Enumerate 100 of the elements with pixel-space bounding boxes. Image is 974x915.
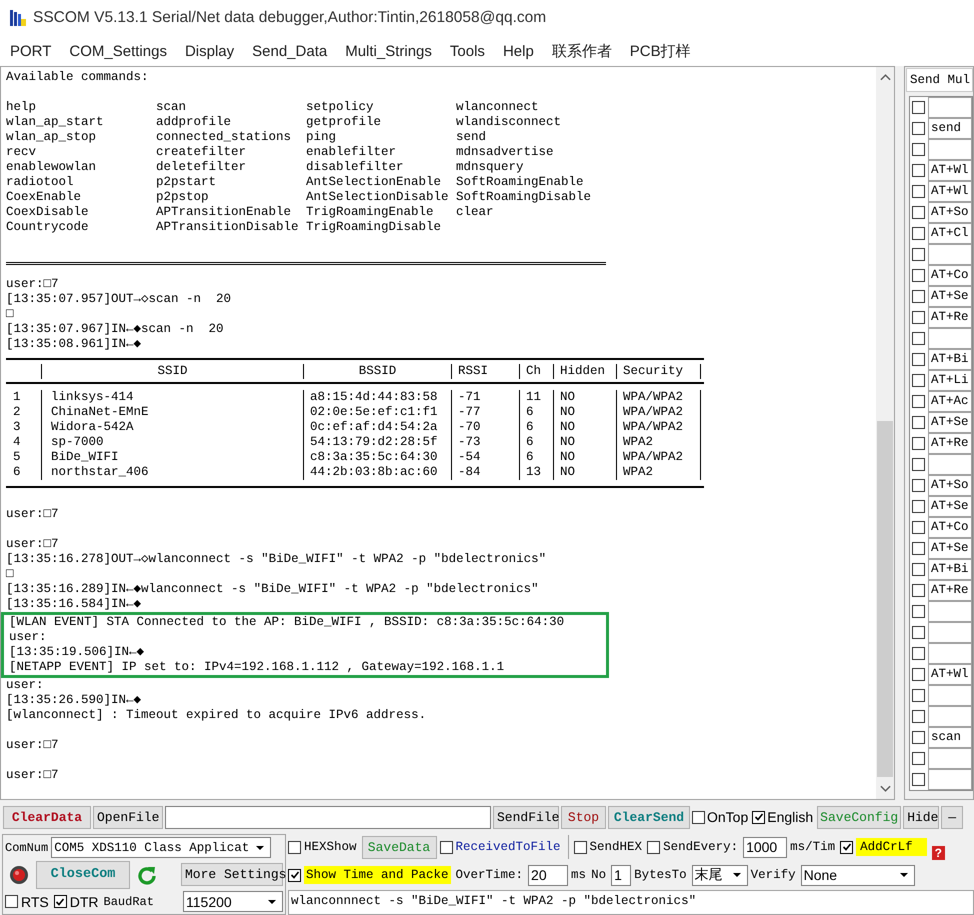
send-text-field[interactable]: wlanconnnect -s "BiDe_WIFI" -t WPA2 -p "bdelectronics" bbox=[288, 890, 974, 915]
checkbox-label[interactable]: DTR bbox=[70, 894, 99, 910]
checkbox[interactable] bbox=[912, 542, 925, 555]
command-field[interactable]: AT+Co bbox=[928, 265, 972, 286]
command-field[interactable]: AT+Re bbox=[928, 580, 972, 601]
command-field[interactable] bbox=[928, 706, 972, 727]
menu-item[interactable]: PCB打样 bbox=[630, 42, 691, 60]
checkbox-label[interactable]: RTS bbox=[21, 894, 49, 910]
checkbox[interactable] bbox=[840, 840, 854, 854]
checkbox[interactable] bbox=[912, 206, 925, 219]
checkbox-label[interactable]: AddCrLf bbox=[856, 838, 927, 856]
checkbox[interactable] bbox=[912, 248, 925, 261]
command-field[interactable]: AT+Se bbox=[928, 412, 972, 433]
menu-item[interactable]: Display bbox=[184, 42, 234, 60]
number-field[interactable]: 1 bbox=[611, 864, 632, 886]
baud-rate-dropdown[interactable]: 115200 bbox=[183, 891, 283, 912]
checkbox[interactable] bbox=[5, 895, 18, 908]
command-field[interactable] bbox=[928, 601, 972, 622]
checkbox[interactable] bbox=[692, 810, 705, 824]
command-field[interactable]: AT+So bbox=[928, 475, 972, 496]
command-field[interactable]: AT+Wl bbox=[928, 664, 972, 685]
more-settings-button[interactable]: More Settings bbox=[181, 863, 283, 886]
checkbox[interactable] bbox=[912, 227, 925, 240]
checkbox[interactable] bbox=[912, 647, 925, 660]
menu-item[interactable]: Tools bbox=[450, 42, 485, 60]
menu-item[interactable]: 联系作者 bbox=[552, 42, 612, 60]
checkbox[interactable] bbox=[752, 810, 766, 824]
panel-tab[interactable]: Send Mul bbox=[906, 68, 973, 92]
command-field[interactable]: AT+Cl bbox=[928, 223, 972, 244]
command-field[interactable] bbox=[928, 748, 972, 769]
checkbox[interactable] bbox=[912, 668, 925, 681]
command-field[interactable] bbox=[928, 622, 972, 643]
checkbox[interactable] bbox=[912, 521, 925, 534]
scroll-down-icon[interactable] bbox=[880, 785, 890, 793]
stop-button[interactable]: Stop bbox=[561, 806, 606, 828]
menu-item[interactable]: Send_Data bbox=[252, 42, 328, 60]
command-field[interactable] bbox=[928, 139, 972, 160]
checkbox[interactable] bbox=[912, 374, 925, 387]
overtime-field[interactable]: 20 bbox=[528, 864, 568, 886]
command-field[interactable] bbox=[928, 328, 972, 349]
com-port-dropdown[interactable]: COM5 XDS110 Class Applicat bbox=[51, 837, 272, 858]
checkbox[interactable] bbox=[912, 605, 925, 618]
command-field[interactable]: AT+Bi bbox=[928, 559, 972, 580]
menu-item[interactable]: Multi_Strings bbox=[345, 42, 432, 60]
checkbox[interactable] bbox=[440, 840, 453, 854]
command-field[interactable]: AT+Re bbox=[928, 433, 972, 454]
bytes-to-dropdown[interactable]: 末尾 bbox=[692, 864, 748, 886]
command-field[interactable]: send bbox=[928, 118, 972, 139]
checkbox[interactable] bbox=[912, 500, 925, 513]
checkbox[interactable] bbox=[912, 710, 925, 723]
checkbox-label[interactable]: English bbox=[767, 809, 814, 825]
command-field[interactable]: AT+So bbox=[928, 202, 972, 223]
refresh-icon[interactable] bbox=[137, 864, 157, 884]
checkbox[interactable] bbox=[912, 143, 925, 156]
scrollbar[interactable] bbox=[876, 67, 894, 799]
checkbox-label[interactable]: SendHEX bbox=[590, 840, 642, 854]
checkbox[interactable] bbox=[912, 416, 925, 429]
open-file-button[interactable]: OpenFile bbox=[93, 806, 163, 828]
checkbox-label[interactable]: ReceivedToFile bbox=[456, 840, 561, 854]
command-field[interactable]: scan bbox=[928, 727, 972, 748]
checkbox-label[interactable]: HEXShow bbox=[304, 840, 357, 854]
checkbox[interactable] bbox=[912, 584, 925, 597]
checkbox[interactable] bbox=[912, 563, 925, 576]
menu-item[interactable]: Help bbox=[502, 42, 534, 60]
command-field[interactable]: AT+Wl bbox=[928, 160, 972, 181]
checkbox[interactable] bbox=[912, 290, 925, 303]
command-field[interactable]: AT+Se bbox=[928, 538, 972, 559]
checkbox[interactable] bbox=[912, 626, 925, 639]
checkbox-label[interactable]: SendEvery: bbox=[663, 840, 738, 854]
checkbox[interactable] bbox=[912, 101, 925, 114]
command-field[interactable]: AT+Co bbox=[928, 517, 972, 538]
checkbox[interactable] bbox=[912, 353, 925, 366]
command-field[interactable]: AT+Bi bbox=[928, 349, 972, 370]
interval-field[interactable]: 1000 bbox=[743, 836, 788, 858]
minimize-button[interactable]: — bbox=[941, 806, 964, 828]
checkbox[interactable] bbox=[912, 437, 925, 450]
checkbox[interactable] bbox=[647, 840, 660, 854]
clear-data-button[interactable]: ClearData bbox=[3, 806, 91, 828]
command-field[interactable]: AT+Li bbox=[928, 370, 972, 391]
checkbox[interactable] bbox=[912, 311, 925, 324]
command-field[interactable] bbox=[928, 769, 972, 790]
hide-button[interactable]: Hide bbox=[903, 806, 940, 828]
checkbox[interactable] bbox=[912, 731, 925, 744]
menu-item[interactable]: PORT bbox=[10, 42, 52, 60]
checkbox[interactable] bbox=[912, 395, 925, 408]
checkbox[interactable] bbox=[912, 185, 925, 198]
checkbox[interactable] bbox=[574, 840, 587, 854]
checkbox-label[interactable]: Show Time and Packe bbox=[304, 866, 451, 884]
file-path-field[interactable] bbox=[165, 806, 491, 828]
command-field[interactable]: AT+Wl bbox=[928, 181, 972, 202]
checkbox[interactable] bbox=[912, 752, 925, 765]
command-field[interactable] bbox=[928, 244, 972, 265]
checkbox[interactable] bbox=[54, 895, 67, 908]
verify-dropdown[interactable]: None bbox=[800, 864, 915, 886]
close-com-button[interactable]: CloseCom bbox=[36, 860, 130, 888]
checkbox[interactable] bbox=[912, 164, 925, 177]
command-field[interactable] bbox=[928, 97, 972, 118]
command-field[interactable] bbox=[928, 685, 972, 706]
checkbox[interactable] bbox=[912, 269, 925, 282]
command-field[interactable]: AT+Re bbox=[928, 307, 972, 328]
